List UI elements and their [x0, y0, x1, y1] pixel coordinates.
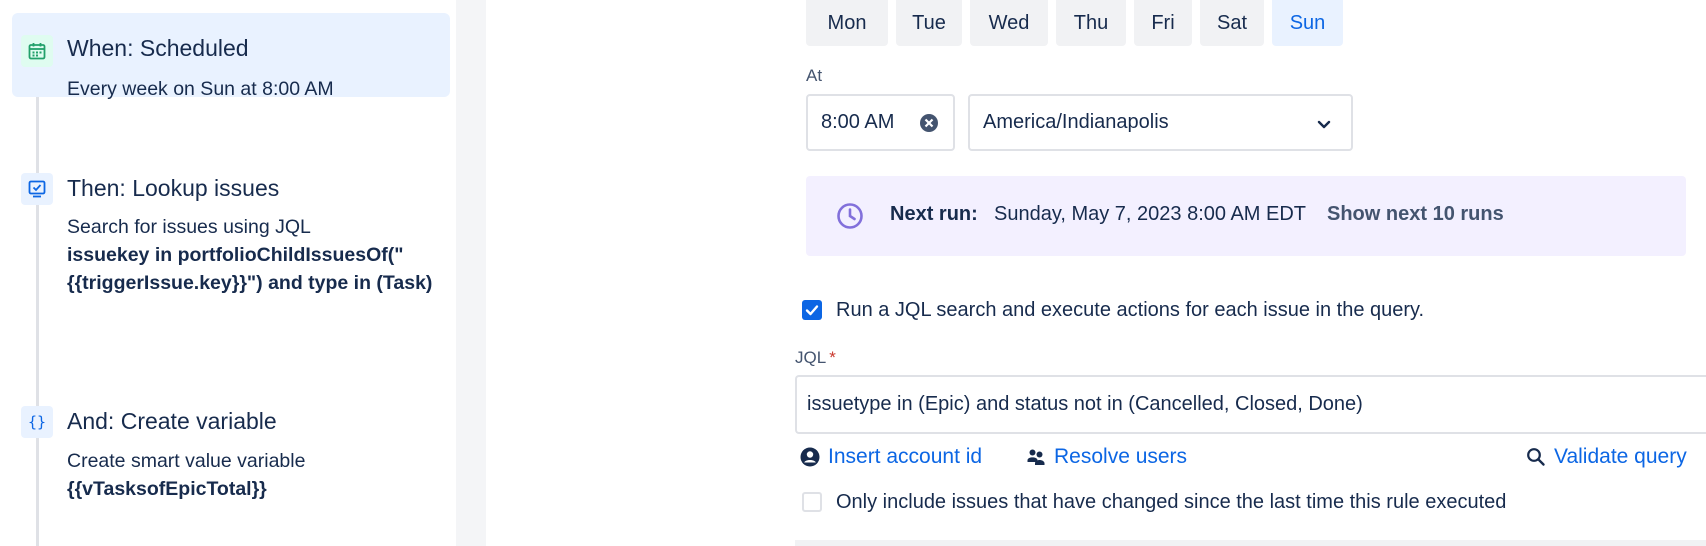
- time-label: At: [806, 66, 823, 85]
- validate-query-label: Validate query: [1554, 445, 1687, 468]
- step-when-scheduled[interactable]: When: Scheduled Every week on Sun at 8:0…: [12, 13, 450, 100]
- step-title: When: Scheduled: [67, 35, 249, 61]
- weekday-selector: Mon Tue Wed Thu Fri Sat Sun: [806, 0, 1343, 46]
- timezone-select[interactable]: America/Indianapolis: [968, 94, 1353, 151]
- panel-divider: [456, 0, 486, 546]
- step-title: And: Create variable: [67, 408, 277, 434]
- checkmark-icon: [805, 305, 819, 316]
- step-description: Every week on Sun at 8:00 AM: [67, 78, 334, 100]
- resolve-users-button[interactable]: Resolve users: [1026, 445, 1187, 469]
- braces-icon: {}: [21, 406, 53, 438]
- step-description-text: Create smart value variable: [67, 450, 306, 472]
- jql-value: issuetype in (Epic) and status not in (C…: [807, 393, 1363, 415]
- clock-icon: [837, 203, 863, 229]
- day-fri-button[interactable]: Fri: [1134, 0, 1192, 46]
- day-sat-button[interactable]: Sat: [1200, 0, 1264, 46]
- required-marker: *: [829, 348, 836, 367]
- calendar-icon: [21, 35, 53, 67]
- time-value: 8:00 AM: [821, 111, 895, 133]
- day-wed-button[interactable]: Wed: [970, 0, 1048, 46]
- step-title: Then: Lookup issues: [67, 175, 280, 201]
- run-jql-checkbox-label[interactable]: Run a JQL search and execute actions for…: [836, 299, 1424, 322]
- day-tue-button[interactable]: Tue: [896, 0, 962, 46]
- step-description: Search for issues using JQL issuekey in …: [67, 213, 437, 297]
- rule-steps-panel: When: Scheduled Every week on Sun at 8:0…: [0, 0, 456, 546]
- day-thu-button[interactable]: Thu: [1056, 0, 1126, 46]
- jql-input[interactable]: issuetype in (Epic) and status not in (C…: [795, 375, 1706, 434]
- validate-query-button[interactable]: Validate query: [1526, 445, 1687, 469]
- next-section-edge: [795, 540, 1706, 546]
- timezone-value: America/Indianapolis: [983, 111, 1169, 133]
- day-sun-button[interactable]: Sun: [1272, 0, 1343, 46]
- insert-account-id-label: Insert account id: [828, 445, 983, 468]
- only-changed-issues-label[interactable]: Only include issues that have changed si…: [836, 491, 1506, 514]
- resolve-users-label: Resolve users: [1054, 445, 1188, 468]
- day-mon-button[interactable]: Mon: [806, 0, 888, 46]
- svg-text:{}: {}: [28, 413, 46, 431]
- next-run-value: Sunday, May 7, 2023 8:00 AM EDT: [994, 203, 1307, 225]
- insert-account-id-button[interactable]: Insert account id: [800, 445, 982, 469]
- next-run-panel: Next run: Sunday, May 7, 2023 8:00 AM ED…: [806, 176, 1686, 256]
- search-icon: [1527, 448, 1545, 466]
- step-and-create-variable[interactable]: {} And: Create variable Create smart val…: [12, 404, 450, 504]
- only-changed-issues-checkbox[interactable]: [802, 492, 822, 512]
- step-jql-query: issuekey in portfolioChildIssuesOf(" {{t…: [67, 244, 433, 294]
- next-run-label: Next run:: [890, 203, 978, 225]
- user-circle-icon: [800, 447, 820, 467]
- lookup-issues-icon: [21, 173, 53, 205]
- step-description-text: Search for issues using JQL: [67, 216, 311, 238]
- show-next-runs-button[interactable]: Show next 10 runs: [1327, 203, 1504, 226]
- jql-field-label: JQL *: [795, 348, 836, 368]
- clear-icon[interactable]: [919, 113, 939, 133]
- run-jql-checkbox[interactable]: [802, 300, 822, 320]
- chevron-down-icon: [1317, 120, 1331, 129]
- jql-label-text: JQL: [795, 348, 827, 367]
- step-then-lookup-issues[interactable]: Then: Lookup issues Search for issues us…: [12, 170, 450, 330]
- time-input[interactable]: 8:00 AM: [806, 94, 955, 151]
- users-icon: [1027, 449, 1045, 465]
- step-variable-name: {{vTasksofEpicTotal}}: [67, 478, 267, 500]
- step-description: Create smart value variable {{vTasksofEp…: [67, 447, 437, 503]
